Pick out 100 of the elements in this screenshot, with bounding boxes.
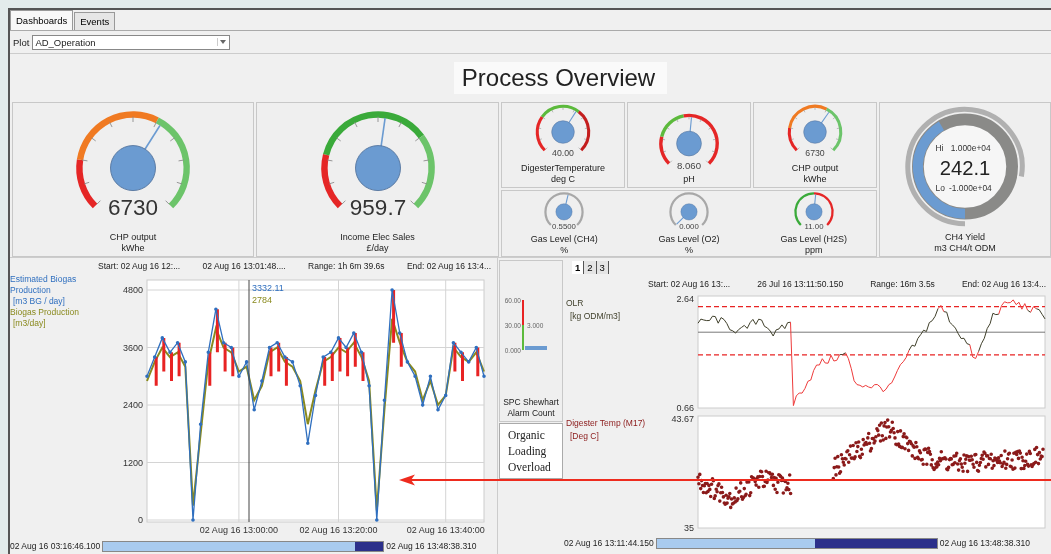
gauge-unit: kWhe [121,243,145,254]
gauge-needle [568,111,577,124]
cursor-readout: 2784 [252,295,273,305]
timeline-scrollbar[interactable] [655,537,938,549]
y-axis-min: 0.66 [676,403,694,413]
yield-value: 242.1 [939,157,991,179]
plot-label: Plot [13,36,30,48]
gauge-hub [676,130,702,157]
chart-header-text: 26 Jul 16 13:11:50.150 [757,279,844,289]
gauge-label: pH [683,174,695,185]
page-title: Process Overview [453,62,668,94]
gauge-value: 6730 [107,195,159,221]
range-start-time: 02 Aug 16 03:16:46.100 [10,541,101,551]
gauge-label: CHP output [791,163,839,174]
plot-dropdown[interactable]: AD_Operation [32,34,231,50]
gauge-unit: kWhe [803,174,827,185]
legend-series-unit: [m3/day] [12,318,47,329]
gauge-unit: m3 CH4/t ODM [934,243,996,254]
tab[interactable]: Dashboards [10,10,74,30]
gauge-unit: ppm [804,245,823,256]
chart-header-text: End: 02 Aug 16 13:4... [406,261,491,271]
hi-label: Hi [935,143,944,154]
range-start-time: 02 Aug 16 13:11:44.150 [564,538,654,548]
gauge-hub [555,203,573,221]
gauge-hub [805,203,822,221]
range-end-time: 02 Aug 16 13:48:38.310 [939,538,1030,548]
legend-series-unit: [m3 BG / day] [12,296,66,307]
gauge-hub [110,145,156,191]
x-axis-tick: 02 Aug 16 13:40:00 [406,525,485,535]
gauge-value: 40.00 [552,147,574,158]
range-end-time: 02 Aug 16 13:48:38.310 [386,541,477,551]
gauge-arc-segment [544,192,584,226]
chart-header-text: End: 02 Aug 16 13:4... [961,279,1046,289]
chart-header-text: 02 Aug 16 13:01:48.... [202,261,286,271]
gauge-label: Income Elec Sales [340,232,415,243]
gauge-label: CHP output [109,232,157,243]
gauge-needle [143,124,161,151]
gauge-needle [813,193,816,206]
gauge-unit: % [560,245,569,256]
y-axis-tick: 4800 [122,285,143,295]
gauge-needle [820,111,830,125]
x-axis-tick: 02 Aug 16 13:00:00 [199,525,278,535]
chart-header-text: Range: 1h 6m 39.6s [308,261,385,271]
alarm-count-bar [525,346,547,350]
y-axis-tick: 3600 [122,342,143,353]
lo-value: -1.000e+04 [949,183,992,193]
chart-page-tab[interactable]: 1 [572,260,585,274]
series-unit: [kg ODM/m3] [570,311,621,321]
gauge-arc-segment [813,192,834,226]
gauge-needle [379,117,386,148]
gauge-hub [551,120,575,144]
y-axis-tick: 0 [138,515,143,525]
gauge-label: Gas Level (O2) [658,234,720,245]
gauge-label: Gas Level (CH4) [530,234,598,245]
gauge-hub [680,203,698,221]
gauge-value: 8.060 [677,160,701,172]
y-axis-max: 2.64 [676,294,694,304]
gauge-label: Gas Level (H2S) [780,234,847,245]
gauge-value: 959.7 [349,195,406,221]
chart-page-tab[interactable]: 2 [584,260,597,274]
y-axis-tick: 1200 [122,457,143,468]
gauge-label: DigesterTemperature [520,163,605,174]
chart-header-text: Range: 16m 3.5s [870,279,935,289]
series-name: Digester Temp (M17) [566,418,646,428]
chart-header-text: Start: 02 Aug 16 13:... [648,279,731,289]
timeline-scrollbar[interactable] [102,540,385,552]
gauge-unit: deg C [551,174,575,185]
alarm-message: Organic Loading Overload [499,423,563,479]
alarm-chart-label: SPC Shewhart Alarm Count [502,397,560,419]
y-axis-max: 43.67 [671,414,694,424]
gauge-needle [689,116,693,133]
gauge-value: 0.000 [679,222,699,232]
gauge-arc-segment [669,192,709,226]
tab[interactable]: Events [74,12,116,30]
lo-label: Lo [935,183,945,193]
gauge-value: 11.00 [804,222,824,232]
legend-series-name: Estimated Biogas Production [10,274,78,296]
gauge-hub [803,120,827,144]
gauge-needle [676,216,685,225]
cursor-line[interactable] [248,279,250,523]
series-name: OLR [566,298,584,308]
y-axis-tick: 2400 [122,400,143,410]
caret-icon [217,38,229,46]
gauge-label: CH4 Yield [945,232,985,243]
cursor-readout: 3332.11 [252,283,284,293]
series-unit: [Deg C] [570,431,599,441]
gauge-ticks [662,116,716,163]
gauge-ticks [790,107,840,150]
gauge-unit: £/day [366,243,389,254]
hi-value: 1.000e+04 [950,143,991,154]
y-axis-min: 35 [684,523,694,533]
chart-header-text: Start: 02 Aug 16 12:... [98,261,181,271]
gauge-value: 6730 [805,147,825,158]
gauge-arc-segment [793,192,814,226]
legend-series-name: Biogas Production [10,307,80,318]
gauge-needle [565,194,569,206]
x-axis-tick: 02 Aug 16 13:20:00 [299,525,378,535]
gauge-unit: % [685,245,693,256]
gauge-value: 0.5500 [552,222,577,232]
gauge-ticks [538,107,588,150]
